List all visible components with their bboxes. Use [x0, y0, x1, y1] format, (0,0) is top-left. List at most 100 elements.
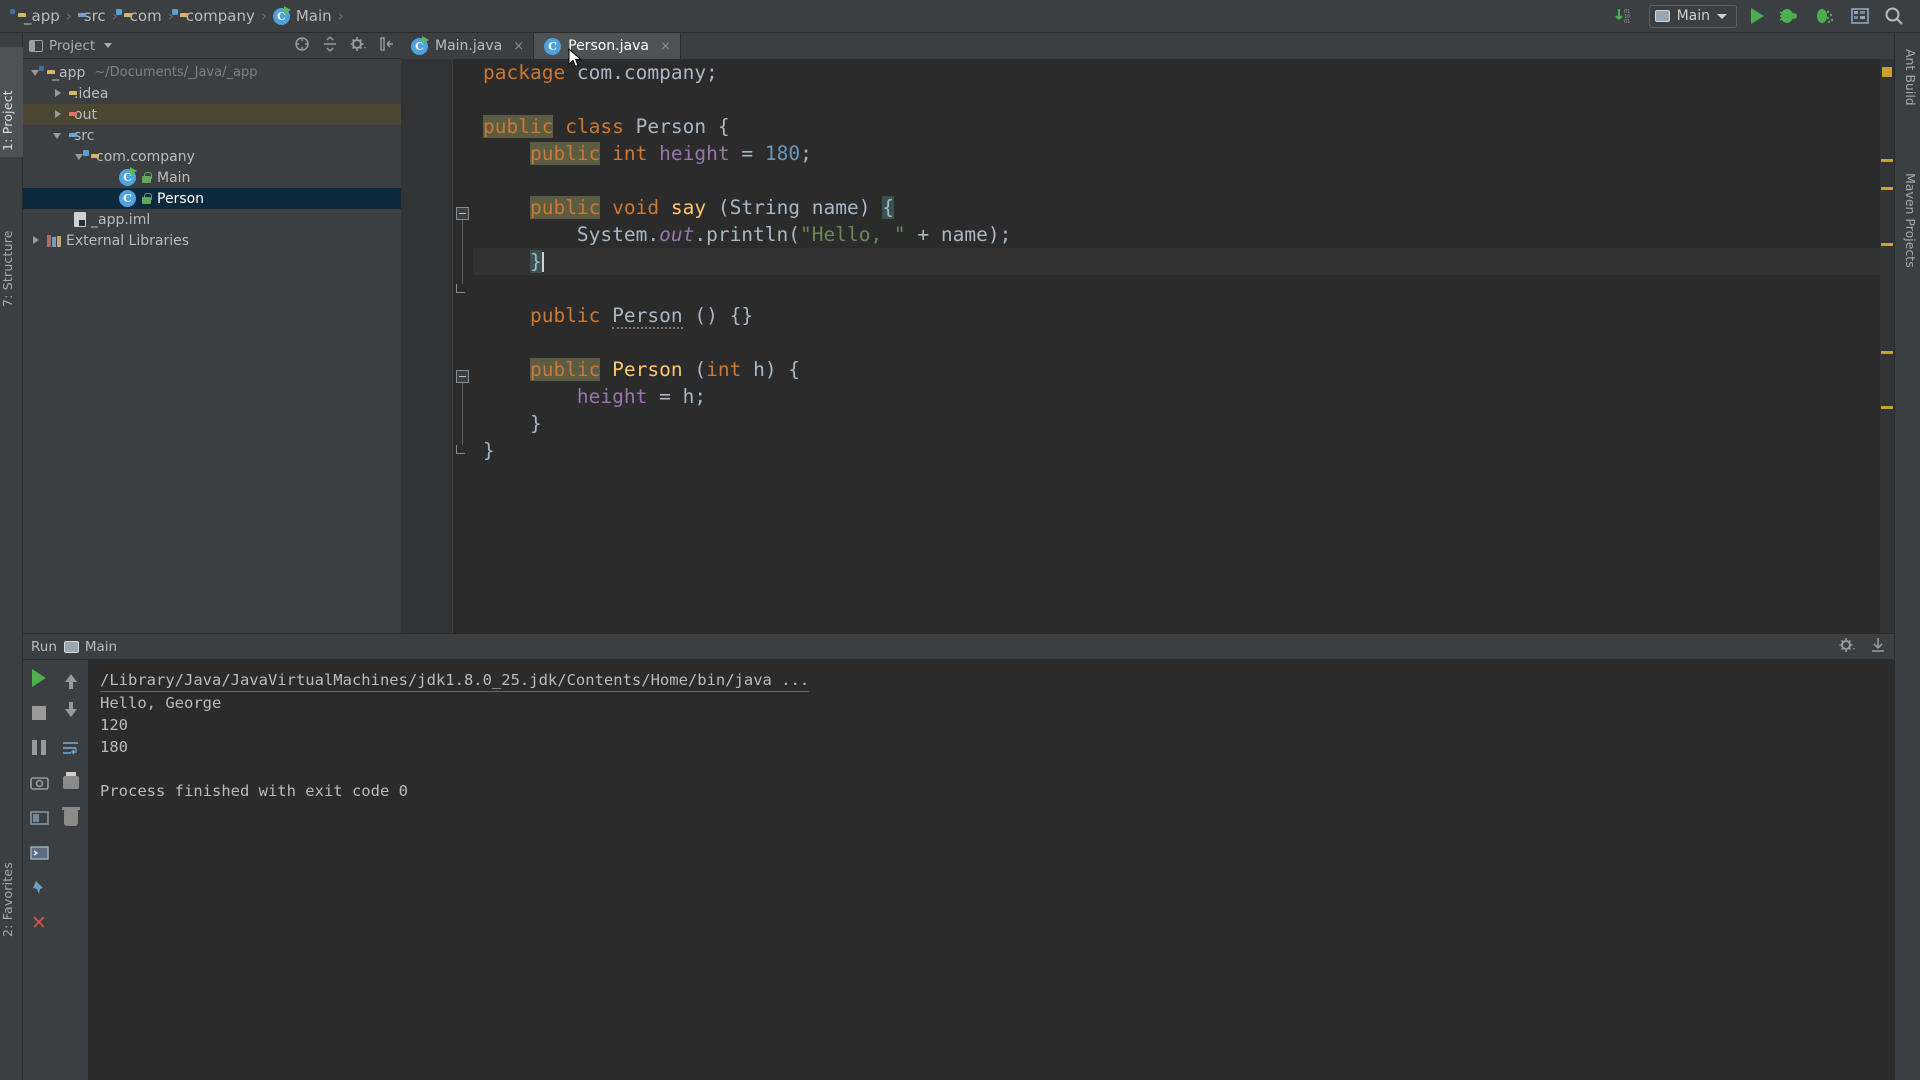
fold-marker-ctor[interactable]	[456, 370, 469, 383]
code-line: package com.company;	[483, 61, 718, 84]
print-button[interactable]	[61, 772, 82, 793]
marker-stripe[interactable]	[1881, 159, 1893, 162]
expand-icon[interactable]	[322, 35, 338, 56]
console-line-exit: Process finished with exit code 0	[100, 782, 408, 800]
run-panel-actions	[1839, 637, 1886, 657]
console-line: 120	[100, 716, 128, 734]
tree-item-out[interactable]: out	[23, 104, 401, 125]
run-icon[interactable]	[1751, 8, 1764, 24]
tree-item-app-iml[interactable]: _app.iml	[23, 209, 401, 230]
sidebar-item-ant-build[interactable]: Ant Build	[1894, 49, 1918, 159]
console-line: Hello, George	[100, 694, 222, 712]
mouse-cursor	[568, 47, 584, 70]
breadcrumb-separator: ›	[260, 7, 267, 25]
scroll-down-button[interactable]	[61, 701, 82, 723]
breadcrumb-item-com[interactable]: com	[115, 7, 166, 25]
tree-item-label: Person	[157, 190, 205, 207]
toolbar-right-group: 01 10 01 Main	[1613, 4, 1920, 28]
tree-item-external-libraries[interactable]: External Libraries	[23, 230, 401, 251]
fold-end-say-method[interactable]	[456, 284, 469, 293]
close-icon[interactable]: ×	[513, 39, 524, 54]
run-configuration-selector[interactable]: Main	[1648, 4, 1737, 28]
fold-end-ctor[interactable]	[456, 445, 469, 454]
fold-marker-say-method[interactable]	[456, 207, 469, 220]
code-line: height = h;	[576, 385, 707, 408]
pause-button[interactable]	[29, 737, 50, 758]
tree-item-com-company[interactable]: com.company	[23, 146, 401, 167]
run-with-coverage-icon[interactable]	[1814, 7, 1836, 25]
tree-item-src[interactable]: src	[23, 125, 401, 146]
sidebar-item-favorites[interactable]: 2: Favorites	[0, 808, 23, 943]
chevron-down-icon	[1717, 13, 1727, 19]
run-panel-tab-main[interactable]: Main	[63, 639, 117, 655]
breadcrumb-label: company	[185, 7, 255, 25]
breadcrumb-item-src[interactable]: src	[74, 7, 110, 25]
run-panel-toolbar: ✕	[23, 660, 88, 1080]
tree-item-app[interactable]: _app ~/Documents/_Java/_app	[23, 62, 401, 83]
restore-layout-button[interactable]	[29, 807, 50, 828]
close-icon[interactable]: ×	[660, 39, 671, 54]
sidebar-item-maven-projects[interactable]: Maven Projects	[1894, 173, 1918, 323]
tree-item-person[interactable]: C Person	[23, 188, 401, 209]
marker-stripe[interactable]	[1881, 351, 1893, 354]
scroll-up-button[interactable]	[61, 667, 82, 689]
chevron-right-icon[interactable]	[53, 88, 64, 99]
file-iml-icon	[74, 212, 86, 227]
soft-wrap-button[interactable]	[61, 737, 82, 758]
code-folding-strip[interactable]	[453, 59, 473, 633]
chevron-right-icon[interactable]	[31, 235, 42, 246]
marker-stripe[interactable]	[1881, 243, 1893, 246]
code-line: public void say (String name) {	[529, 196, 894, 219]
tree-item-label: _app	[52, 64, 86, 81]
tab-main-java[interactable]: C Main.java ×	[401, 33, 535, 59]
sidebar-item-project[interactable]: 1: Project	[0, 47, 23, 157]
debug-icon[interactable]	[1778, 7, 1800, 25]
hide-panel-icon[interactable]	[379, 36, 395, 56]
clear-all-button[interactable]	[61, 806, 82, 828]
editor-area: C Main.java × C Person.java × package co…	[401, 33, 1894, 633]
binary-download-icon[interactable]: 01 10 01	[1613, 7, 1635, 26]
libraries-icon	[47, 234, 61, 247]
collapse-all-icon[interactable]	[294, 36, 310, 56]
tree-item-main[interactable]: C Main	[23, 167, 401, 188]
search-everywhere-icon[interactable]	[1884, 6, 1904, 26]
stop-button[interactable]	[29, 702, 50, 723]
hide-panel-icon[interactable]	[1870, 637, 1886, 657]
editor-marker-bar[interactable]	[1880, 59, 1894, 633]
marker-warning[interactable]	[1882, 67, 1892, 77]
java-class-icon: C	[119, 190, 136, 207]
breadcrumb-item-main[interactable]: C Main	[269, 7, 336, 25]
code-line: public int height = 180;	[529, 142, 812, 165]
breadcrumb-item-app[interactable]: _app	[10, 7, 64, 25]
code-text-area[interactable]: package com.company; public class Person…	[473, 59, 1894, 633]
marker-stripe[interactable]	[1881, 406, 1893, 409]
gear-icon[interactable]	[350, 36, 367, 56]
dump-threads-button[interactable]	[29, 772, 50, 793]
code-line: System.out.println("Hello, " + name);	[483, 223, 1012, 246]
editor-gutter[interactable]	[401, 59, 453, 633]
run-panel-header: Run Main	[23, 634, 1894, 660]
sidebar-item-structure[interactable]: 7: Structure	[0, 178, 23, 313]
rerun-button[interactable]	[29, 667, 50, 688]
chevron-down-icon[interactable]	[104, 43, 113, 48]
console-button[interactable]	[29, 842, 50, 863]
tree-item-idea[interactable]: .idea	[23, 83, 401, 104]
breadcrumb-item-company[interactable]: company	[171, 7, 259, 25]
console-output[interactable]: /Library/Java/JavaVirtualMachines/jdk1.8…	[88, 660, 1894, 1080]
tree-item-label: out	[74, 106, 97, 123]
chevron-right-icon[interactable]	[53, 109, 64, 120]
tab-person-java[interactable]: C Person.java ×	[534, 33, 681, 59]
project-tree[interactable]: _app ~/Documents/_Java/_app .idea out sr…	[23, 59, 401, 633]
breadcrumb: _app › src › com › company › C Main ›	[0, 7, 346, 25]
left-toolwindow-strip: 1: Project 7: Structure 2: Favorites	[0, 33, 23, 1080]
gear-icon[interactable]	[1839, 637, 1856, 657]
java-class-runnable-icon: C	[411, 37, 428, 55]
project-structure-icon[interactable]	[1850, 7, 1870, 25]
marker-stripe[interactable]	[1881, 187, 1893, 190]
close-icon[interactable]: ✕	[29, 912, 50, 934]
sidebar-item-label: Ant Build	[1903, 49, 1918, 106]
chevron-down-icon[interactable]	[53, 130, 64, 141]
pin-icon[interactable]	[29, 877, 50, 898]
